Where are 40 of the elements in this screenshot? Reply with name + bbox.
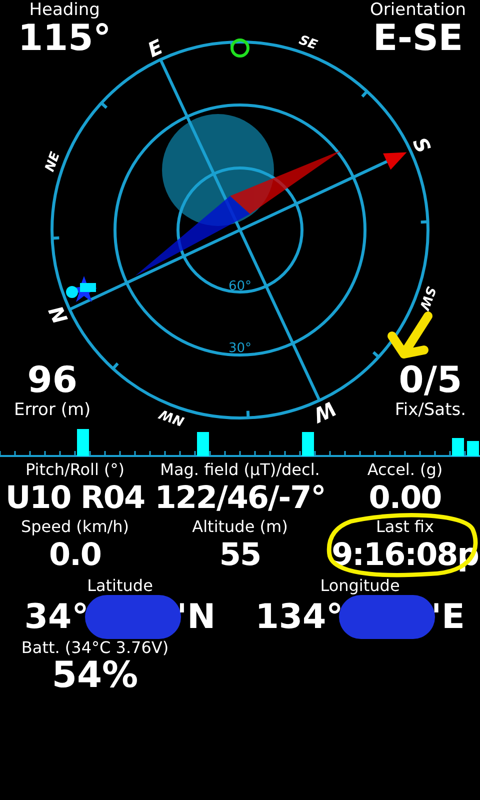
position-label: Latitude [87,576,153,595]
reading-label: Accel. (g) [367,460,443,479]
reading-label: Pitch/Roll (°) [26,460,124,479]
reading-value: 55 [219,536,261,574]
direction-label: SW [416,284,438,312]
position-value-start: 34° [24,597,89,637]
reading-value: 122/46/-7° [154,479,326,517]
orientation-value: E-SE [372,20,464,58]
position-value-end: 'E [431,597,465,637]
direction-label: N [44,302,73,328]
direction-label: E [144,34,167,62]
battery-label: Batt. (34°C 3.76V) [21,639,169,657]
position-value-end: 'N [176,597,216,637]
direction-label: W [310,396,340,428]
fix-sats-value: 0/5 [398,362,462,400]
reading-value: 0.00 [368,479,442,517]
reading-label: Mag. field (µT)/decl. [160,460,320,479]
position-value-start: 134° [255,597,344,637]
reading-value: U10 R04 [5,479,145,517]
direction-label: NW [158,406,186,428]
error-label: Error (m) [14,400,91,420]
reading-value: 0.0 [49,536,101,574]
satellite-marker [230,38,250,58]
elevation-label: 60° [228,279,252,294]
satellite-icon [66,276,97,302]
direction-label: S [408,134,436,157]
reading-label: Altitude (m) [192,517,288,536]
fix-sats-label: Fix/Sats. [394,400,466,420]
reading-label: Last fix [376,517,434,536]
direction-label: SE [296,32,320,54]
orientation-label: Orientation [370,0,466,20]
elevation-label: 30° [228,341,252,356]
position-label: Longitude [320,576,400,595]
heading-label: Heading [29,0,100,20]
direction-label: NE [42,150,64,174]
reading-label: Speed (km/h) [20,517,130,536]
error-value: 96 [27,362,78,400]
annotation-arrow [388,312,432,358]
heading-value: 115° [18,20,112,58]
battery-value: 54% [52,657,138,695]
